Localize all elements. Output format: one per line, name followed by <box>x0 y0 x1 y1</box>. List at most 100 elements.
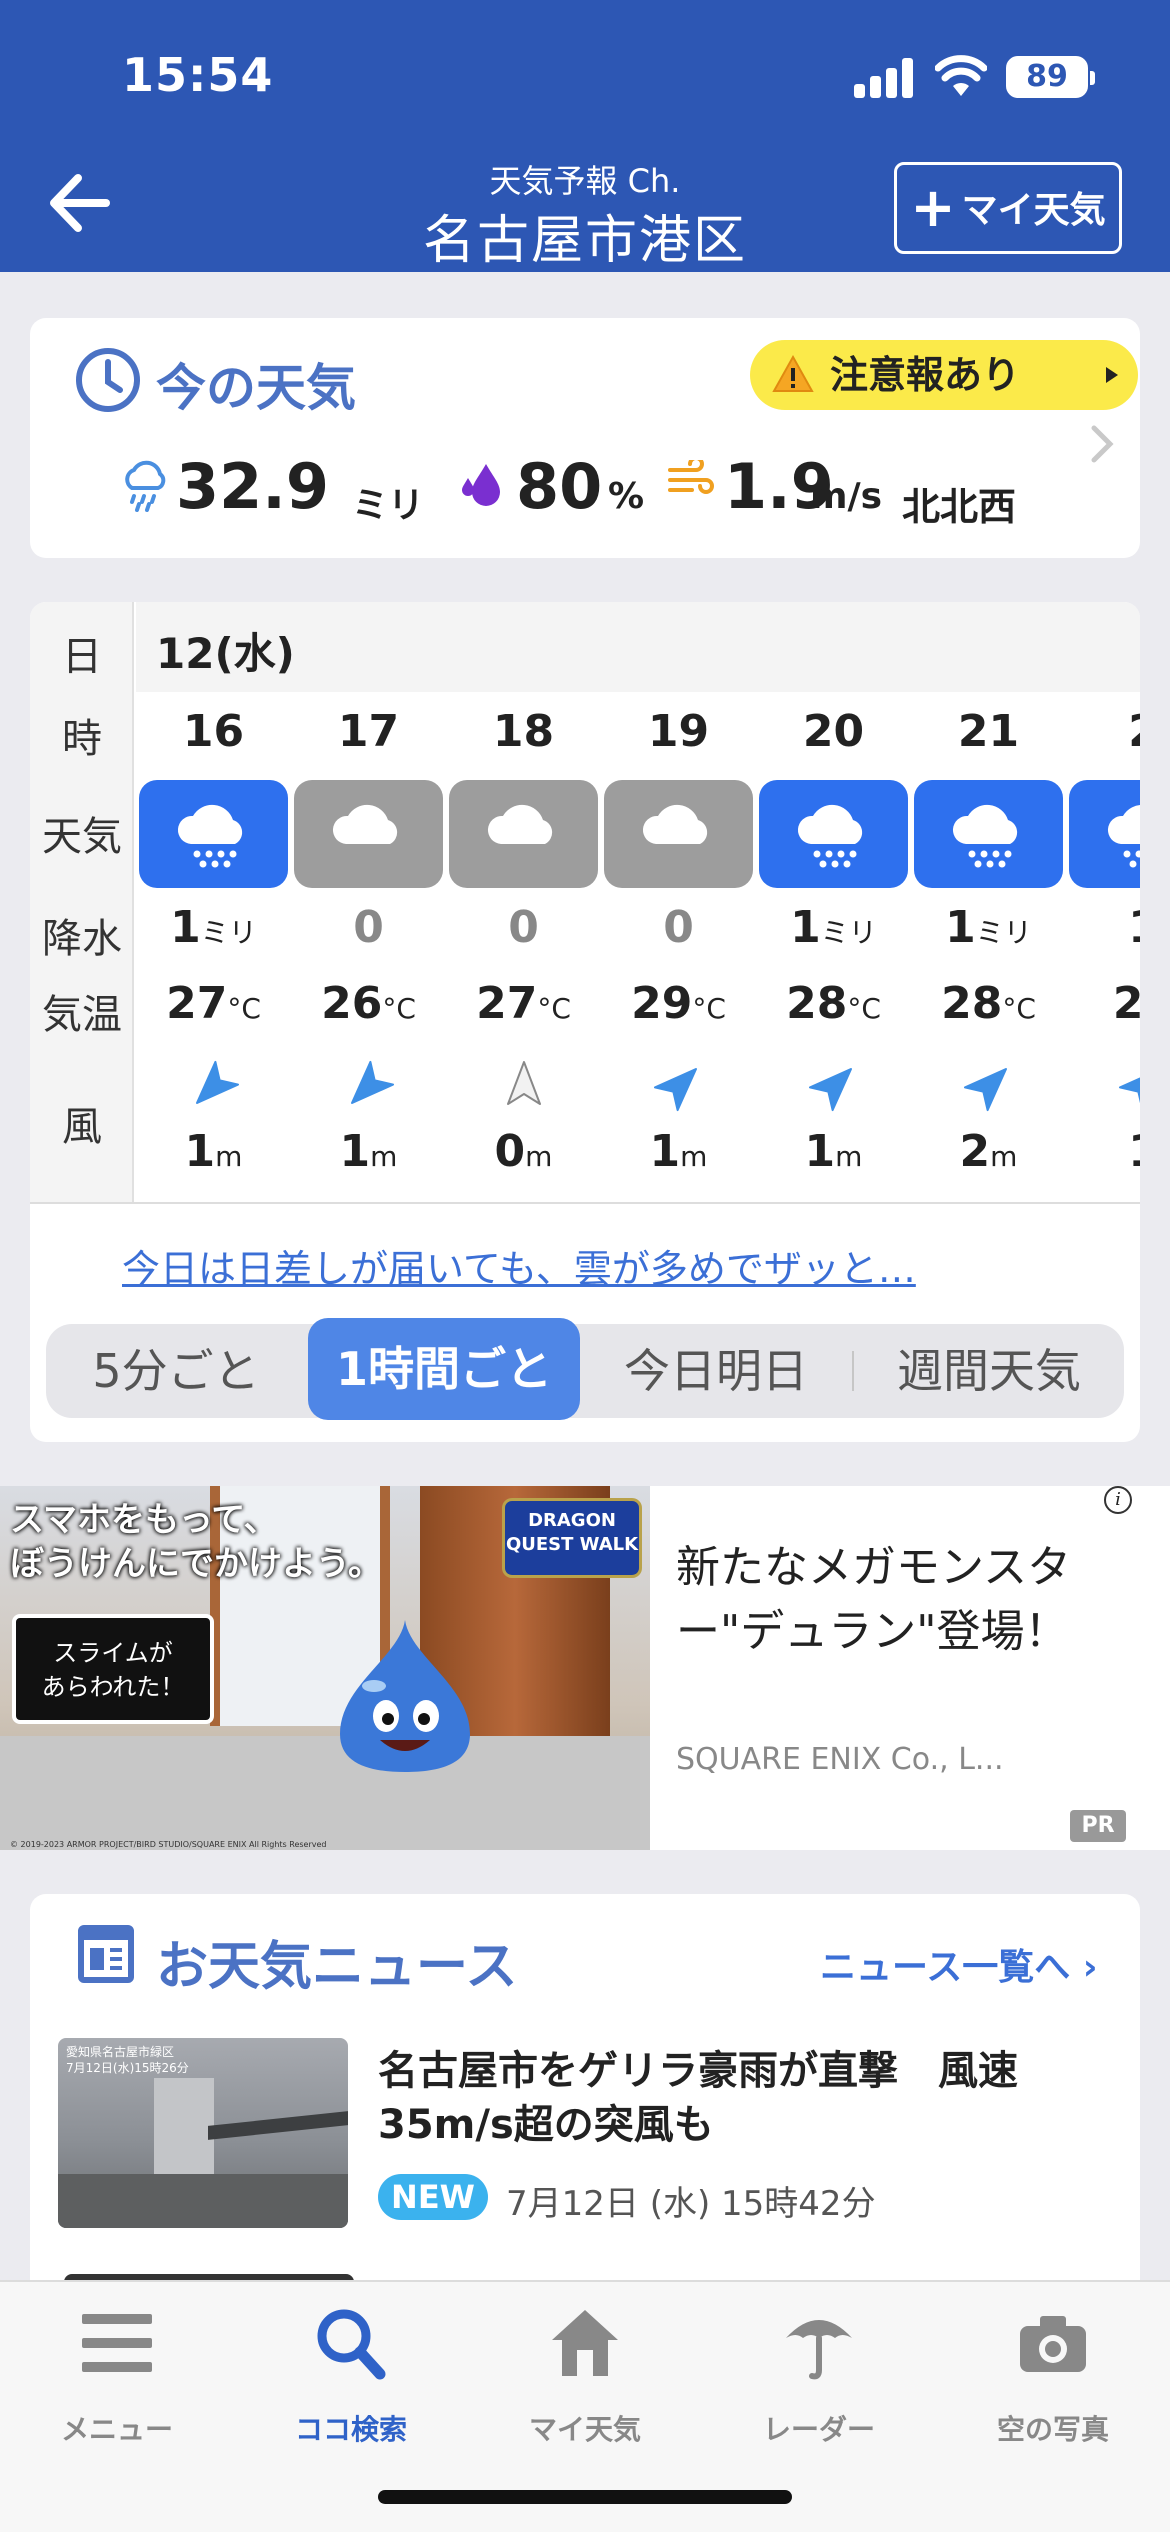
hour-label: 16 <box>182 706 245 757</box>
news-list-link[interactable]: ニュース一覧へ › <box>820 1938 1098 1990</box>
warning-icon <box>772 354 814 392</box>
tab-sky-photo-label: 空の写真 <box>996 2413 1109 2446</box>
hour-column: 18 0 27°C 0m <box>446 692 601 1202</box>
tab-hourly[interactable]: 1時間ごと <box>308 1318 580 1420</box>
cloud-icon <box>642 804 708 844</box>
hour-column: 17 0 26°C 1m <box>291 692 446 1202</box>
wind-speed-cell: 1m <box>804 1126 863 1177</box>
humidity-unit: % <box>608 476 645 517</box>
home-icon <box>552 2310 618 2376</box>
forecast-date: 12(水) <box>156 629 295 678</box>
hour-column: 2 1 28 1 <box>1066 692 1140 1202</box>
wind-speed-cell: 0m <box>494 1126 553 1177</box>
ad-floor <box>0 1736 650 1850</box>
news-thumbnail[interactable]: 愛知県名古屋市緑区 7月12日(水)15時26分 <box>58 2038 348 2228</box>
divider <box>30 1202 1140 1204</box>
hour-label: 2 <box>1066 706 1140 757</box>
interval-tabs: 5分ごと 1時間ごと 今日明日 週間天気 <box>46 1318 1124 1420</box>
wifi-icon <box>935 55 987 96</box>
weather-box <box>604 780 753 888</box>
temp-cell: 27°C <box>476 978 571 1029</box>
temp-cell: 28°C <box>786 978 881 1029</box>
wind-speed-cell: 1m <box>184 1126 243 1177</box>
ad-image[interactable]: スマホをもって、 ぼうけんにでかけよう。 スライムが あらわれた！ DRAGON Q… <box>0 1486 650 1850</box>
add-my-weather-button[interactable]: + マイ天気 <box>894 162 1122 254</box>
cellular-signal-icon <box>854 58 914 98</box>
hour-label: 19 <box>647 706 710 757</box>
cloud-icon <box>487 804 553 844</box>
wind-speed-cell: 1 <box>1066 1126 1140 1177</box>
thumb-roof <box>208 2110 348 2140</box>
hour-label: 17 <box>337 706 400 757</box>
newspaper-icon <box>78 1925 134 1983</box>
chevron-right-icon <box>1091 425 1114 463</box>
hour-column: 20 1ミリ 28°C 1m <box>756 692 911 1202</box>
wind-direction-icon <box>963 1068 1007 1112</box>
ad-banner[interactable]: スマホをもって、 ぼうけんにでかけよう。 スライムが あらわれた！ DRAGON Q… <box>0 1486 1170 1850</box>
precip-cell: 0 <box>353 902 384 953</box>
tab-menu[interactable]: メニュー <box>0 2304 234 2464</box>
add-my-weather-label: マイ天気 <box>961 190 1106 231</box>
label-wind: 風 <box>62 1104 102 1150</box>
precip-cell: 1ミリ <box>170 902 257 953</box>
label-weather: 天気 <box>42 814 122 860</box>
game-logo: DRAGON QUEST WALK <box>502 1498 642 1578</box>
tab-my-weather[interactable]: マイ天気 <box>468 2304 702 2464</box>
thumb-building <box>154 2078 214 2178</box>
header-bar: 15:54 89 天気予報 Ch. 名古屋市港区 + マイ天気 <box>0 0 1170 272</box>
hour-column: 16 1ミリ 27°C 1m <box>136 692 291 1202</box>
umbrella-icon <box>786 2320 852 2380</box>
current-weather-values: 32.9 ミリ 80 % 1.9 m/s 北北西 <box>120 446 1080 529</box>
row-labels: 日 時 天気 降水 気温 風 <box>30 602 134 1202</box>
wind-direction: 北北西 <box>902 485 1017 529</box>
ad-headline[interactable]: 新たなメガモンスター"デュラン"登場！ <box>676 1536 1116 1664</box>
wind-direction-icon <box>507 1061 541 1105</box>
tab-5min[interactable]: 5分ごと <box>46 1324 306 1418</box>
rain-icon <box>177 804 243 868</box>
weather-box <box>294 780 443 888</box>
rain-icon <box>1107 805 1140 868</box>
rain-icon <box>797 804 863 868</box>
temp-cell: 28°C <box>941 978 1036 1029</box>
humidity-value: 80 <box>516 450 603 523</box>
weather-box <box>1069 780 1140 888</box>
alert-badge[interactable]: 注意報あり <box>750 340 1138 410</box>
forecast-summary-link[interactable]: 今日は日差しが届いても、雲が多めでザッと… <box>122 1238 916 1293</box>
label-temp: 気温 <box>42 992 122 1038</box>
search-icon <box>317 2309 386 2380</box>
alert-label: 注意報あり <box>830 353 1021 397</box>
home-indicator <box>378 2490 792 2504</box>
rain-icon <box>952 804 1018 868</box>
thumbnail-caption: 愛知県名古屋市緑区 7月12日(水)15時26分 <box>66 2045 189 2075</box>
temp-cell: 26°C <box>321 978 416 1029</box>
news-headline[interactable]: 名古屋市をゲリラ豪雨が直撃 風速35m/s超の突風も <box>378 2044 1098 2152</box>
wind-direction-icon <box>196 1060 240 1104</box>
cloud-icon <box>332 804 398 844</box>
battery-icon: 89 <box>1006 56 1095 98</box>
ad-pr-badge: PR <box>1070 1810 1126 1842</box>
ad-info-icon[interactable]: i <box>1104 1486 1132 1514</box>
menu-icon <box>82 2314 152 2372</box>
current-weather-card[interactable]: 今の天気 注意報あり 32.9 ミリ 80 % 1.9 m/s 北北西 <box>30 318 1140 558</box>
hour-column: 21 1ミリ 28°C 2m <box>911 692 1066 1202</box>
label-day: 日 <box>62 634 102 680</box>
tab-sky-photo[interactable]: 空の写真 <box>936 2304 1170 2464</box>
hour-column: 19 0 29°C 1m <box>601 692 756 1202</box>
alert-arrow-icon <box>1106 367 1118 383</box>
temp-cell: 28 <box>1112 978 1140 1029</box>
wind-direction-icon <box>808 1068 852 1112</box>
battery-level: 89 <box>1026 59 1068 94</box>
ad-image-text: スマホをもって、 ぼうけんにでかけよう。 <box>10 1500 382 1584</box>
humidity-drop-icon <box>462 464 500 506</box>
precip-cell: 1 <box>1066 902 1140 953</box>
temp-cell: 27°C <box>166 978 261 1029</box>
wind-speed-cell: 2m <box>959 1126 1018 1177</box>
tab-today-tomorrow[interactable]: 今日明日 <box>580 1324 852 1418</box>
tab-weekly[interactable]: 週間天気 <box>854 1324 1124 1418</box>
hour-label: 21 <box>957 706 1020 757</box>
precip-value: 32.9 <box>176 450 329 523</box>
precip-cell: 0 <box>508 902 539 953</box>
tab-radar[interactable]: レーダー <box>702 2304 936 2464</box>
tab-search[interactable]: ココ検索 <box>234 2304 468 2464</box>
tab-search-label: ココ検索 <box>294 2413 407 2446</box>
